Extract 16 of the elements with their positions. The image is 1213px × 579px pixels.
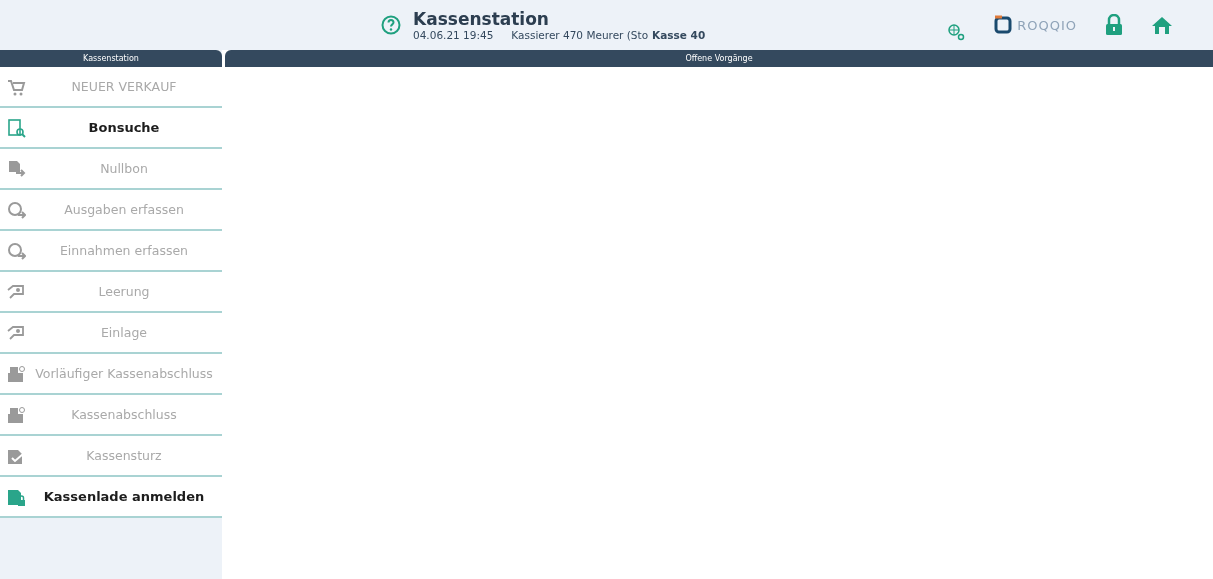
window-title: Kassenstation — [413, 9, 550, 29]
station-info: Kasse 40 — [652, 29, 706, 41]
sidebar-header: Kassenstation — [0, 50, 222, 67]
date-time: 04.06.21 19:45 — [413, 29, 494, 41]
help-icon[interactable] — [381, 15, 401, 35]
globe-link-icon[interactable] — [947, 23, 966, 41]
cashier-info: Kassierer 470 Meurer (Sto — [511, 29, 649, 41]
home-icon[interactable] — [1151, 15, 1173, 35]
logo-text: ROQQIO — [1017, 17, 1077, 33]
menu-item[interactable]: Kassenlade anmelden — [0, 477, 222, 518]
menu-item[interactable]: Bonsuche — [0, 108, 222, 149]
doc-icon — [6, 158, 26, 179]
lock-icon[interactable] — [1105, 14, 1123, 36]
logo-icon — [993, 15, 1014, 35]
panel-header: Offene Vorgänge — [225, 50, 1213, 67]
search-icon — [6, 117, 26, 138]
